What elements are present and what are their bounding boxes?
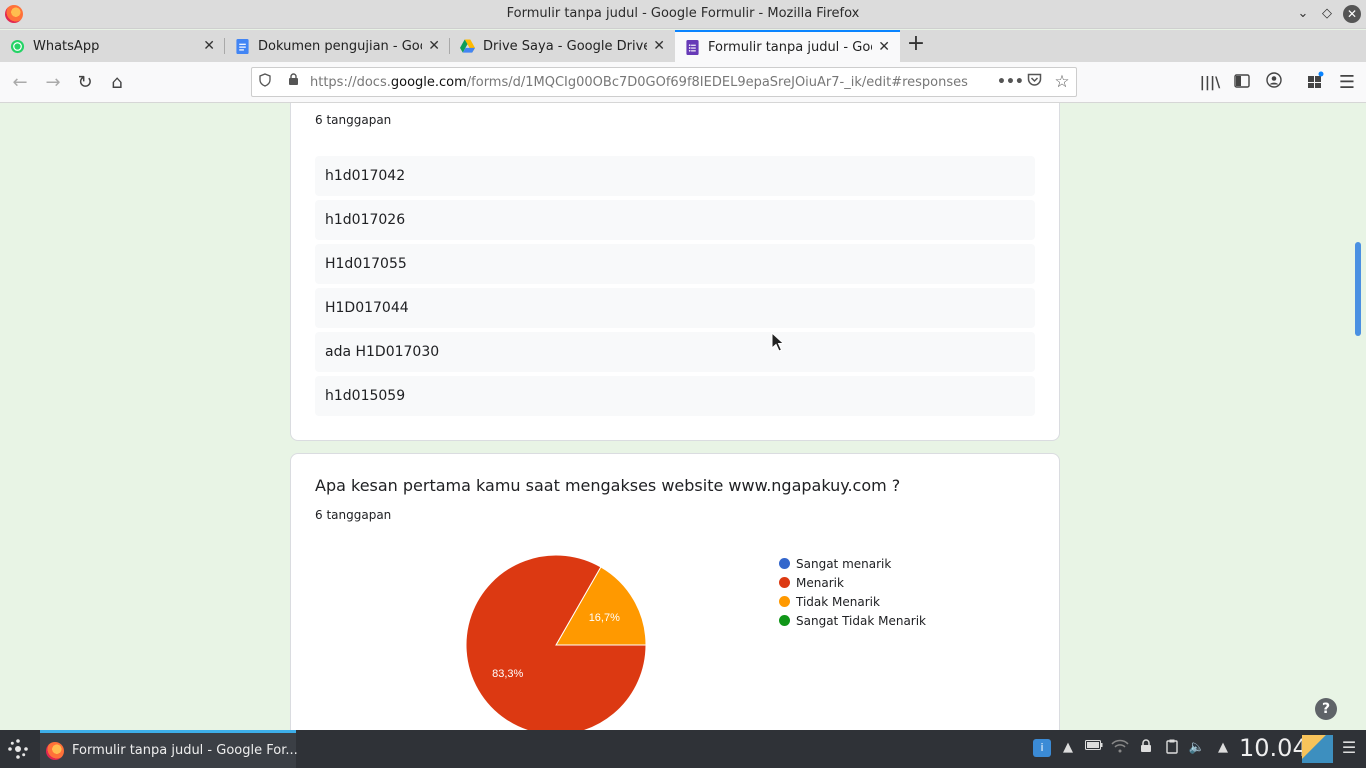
taskbar: Formulir tanpa judul - Google For... i ▲… xyxy=(0,730,1366,768)
google-drive-icon xyxy=(460,39,475,54)
library-icon[interactable]: |||\ xyxy=(1198,71,1222,95)
legend-label: Sangat Tidak Menarik xyxy=(796,613,927,628)
tab-label: Formulir tanpa judul - Goo xyxy=(708,39,873,55)
show-hidden-tray-icon[interactable]: ▲ xyxy=(1214,739,1232,757)
forward-button[interactable]: → xyxy=(41,71,65,95)
google-forms-icon xyxy=(685,39,700,55)
question-card-responses: 6 tanggapan h1d017042 h1d017026 H1d01705… xyxy=(290,103,1060,441)
mouse-cursor-icon xyxy=(771,332,785,352)
tab-close-icon[interactable]: ✕ xyxy=(653,38,665,54)
scrollbar-thumb[interactable] xyxy=(1355,242,1361,336)
tab-strip: WhatsApp ✕ Dokumen pengujian - Goo ✕ Dri… xyxy=(0,30,1366,62)
account-icon[interactable] xyxy=(1262,71,1286,95)
home-button[interactable]: ⌂ xyxy=(105,71,129,95)
pie-chart: 16,7% 83,3% xyxy=(466,555,646,730)
maximize-icon[interactable]: ◇ xyxy=(1318,5,1336,23)
pocket-icon[interactable] xyxy=(1025,73,1043,91)
tab-label: Drive Saya - Google Drive xyxy=(483,38,648,54)
url-text[interactable]: https://docs.google.com/forms/d/1MQCIg00… xyxy=(310,75,968,90)
tab-formulir-tanpa-judul[interactable]: Formulir tanpa judul - Goo ✕ xyxy=(675,30,900,62)
tab-dokumen-pengujian[interactable]: Dokumen pengujian - Goo ✕ xyxy=(225,30,450,62)
legend-swatch xyxy=(779,615,790,626)
new-tab-button[interactable]: + xyxy=(904,33,928,57)
legend-item-tidak-menarik[interactable]: Tidak Menarik xyxy=(779,592,926,611)
extensions-icon[interactable] xyxy=(1303,71,1327,95)
pie-slice-label: 16,7% xyxy=(589,612,620,624)
response-item: ada H1D017030 xyxy=(315,332,1035,372)
tab-whatsapp[interactable]: WhatsApp ✕ xyxy=(0,30,225,62)
legend-label: Menarik xyxy=(796,575,844,590)
question-card-pie-chart: Apa kesan pertama kamu saat mengakses we… xyxy=(290,453,1060,730)
lock-tray-icon[interactable] xyxy=(1137,739,1155,757)
whatsapp-icon xyxy=(10,39,25,54)
application-launcher-icon[interactable] xyxy=(6,738,30,762)
page-actions-menu-icon[interactable]: ••• xyxy=(997,73,1024,91)
legend-swatch xyxy=(779,558,790,569)
info-tray-icon[interactable]: i xyxy=(1033,739,1051,757)
tab-drive-saya[interactable]: Drive Saya - Google Drive ✕ xyxy=(450,30,675,62)
taskbar-task-firefox[interactable]: Formulir tanpa judul - Google For... xyxy=(40,730,298,768)
hamburger-menu-icon[interactable]: ☰ xyxy=(1335,71,1359,95)
panel-menu-icon[interactable]: ☰ xyxy=(1340,739,1358,757)
legend-swatch xyxy=(779,596,790,607)
window-title: Formulir tanpa judul - Google Formulir -… xyxy=(506,6,860,21)
google-docs-icon xyxy=(235,38,250,54)
tab-label: Dokumen pengujian - Goo xyxy=(258,38,423,54)
window-titlebar: Formulir tanpa judul - Google Formulir -… xyxy=(0,0,1366,29)
tab-label: WhatsApp xyxy=(33,38,100,54)
legend-item-sangat-tidak-menarik[interactable]: Sangat Tidak Menarik xyxy=(779,611,926,630)
response-item: H1D017044 xyxy=(315,288,1035,328)
bookmark-star-icon[interactable]: ☆ xyxy=(1053,73,1071,91)
battery-tray-icon[interactable] xyxy=(1085,739,1103,757)
sidebar-toggle-icon[interactable] xyxy=(1230,71,1254,95)
volume-tray-icon[interactable]: 🔈 xyxy=(1188,739,1206,757)
navigation-toolbar: ← → ↻ ⌂ https://docs.google.com/forms/d/… xyxy=(0,62,1366,103)
wifi-tray-icon[interactable] xyxy=(1111,739,1129,757)
clipboard-tray-icon[interactable] xyxy=(1163,739,1181,757)
clock[interactable]: 10.04 xyxy=(1239,734,1308,762)
lock-icon[interactable] xyxy=(284,73,302,91)
response-item: h1d017026 xyxy=(315,200,1035,240)
back-button[interactable]: ← xyxy=(8,71,32,95)
tab-close-icon[interactable]: ✕ xyxy=(878,39,890,55)
legend-item-sangat-menarik[interactable]: Sangat menarik xyxy=(779,554,926,573)
question-title: Apa kesan pertama kamu saat mengakses we… xyxy=(315,476,901,495)
update-tray-icon[interactable]: ▲ xyxy=(1059,739,1077,757)
address-bar[interactable]: https://docs.google.com/forms/d/1MQCIg00… xyxy=(251,67,1077,97)
minimize-icon[interactable]: ⌄ xyxy=(1294,5,1312,23)
chart-legend: Sangat menarik Menarik Tidak Menarik San… xyxy=(779,554,926,630)
legend-swatch xyxy=(779,577,790,588)
response-item: h1d017042 xyxy=(315,156,1035,196)
pie-slice-label: 83,3% xyxy=(492,668,523,680)
legend-label: Sangat menarik xyxy=(796,556,892,571)
firefox-icon xyxy=(46,742,64,760)
tracking-protection-shield-icon[interactable] xyxy=(256,73,274,91)
tab-close-icon[interactable]: ✕ xyxy=(203,38,215,54)
taskbar-task-label: Formulir tanpa judul - Google For... xyxy=(72,743,298,758)
page-content: 6 tanggapan h1d017042 h1d017026 H1d01705… xyxy=(0,103,1366,730)
close-window-icon[interactable]: ✕ xyxy=(1343,5,1361,23)
response-item: H1d017055 xyxy=(315,244,1035,284)
tab-close-icon[interactable]: ✕ xyxy=(428,38,440,54)
page-scrollbar[interactable] xyxy=(1352,103,1366,730)
reload-button[interactable]: ↻ xyxy=(73,71,97,95)
legend-item-menarik[interactable]: Menarik xyxy=(779,573,926,592)
legend-label: Tidak Menarik xyxy=(796,594,880,609)
help-button[interactable]: ? xyxy=(1315,698,1337,720)
response-count: 6 tanggapan xyxy=(315,113,392,127)
response-count: 6 tanggapan xyxy=(315,508,392,522)
response-item: h1d015059 xyxy=(315,376,1035,416)
show-desktop-button[interactable] xyxy=(1302,735,1333,763)
